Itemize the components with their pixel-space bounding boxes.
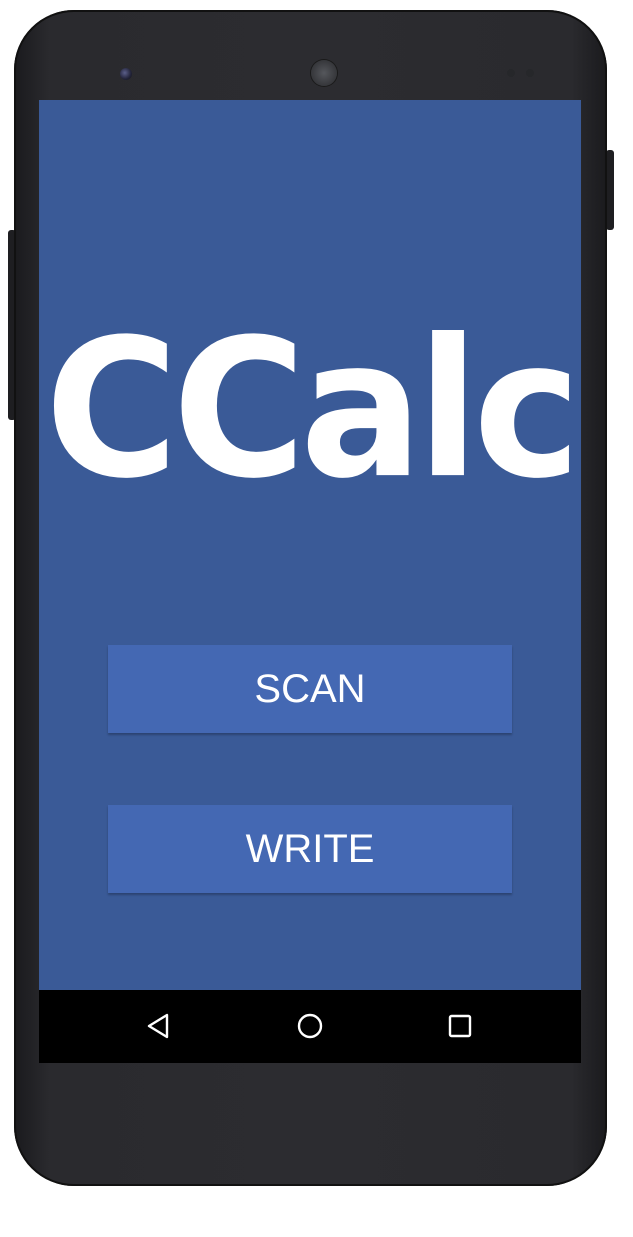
home-circle-icon[interactable] xyxy=(294,1010,326,1042)
system-navigation-bar xyxy=(39,990,581,1063)
back-triangle-icon[interactable] xyxy=(143,1010,175,1042)
write-button[interactable]: WRITE xyxy=(108,805,512,893)
proximity-sensor-icon xyxy=(507,69,515,77)
scan-button[interactable]: SCAN xyxy=(108,645,512,733)
recents-square-icon[interactable] xyxy=(444,1010,476,1042)
power-button[interactable] xyxy=(606,150,614,230)
earpiece-speaker-icon xyxy=(311,60,337,86)
app-screen: CCalc SCAN WRITE xyxy=(39,100,581,990)
app-logo-title: CCalc xyxy=(44,297,581,521)
front-camera-icon xyxy=(120,68,132,80)
light-sensor-icon xyxy=(526,69,534,77)
